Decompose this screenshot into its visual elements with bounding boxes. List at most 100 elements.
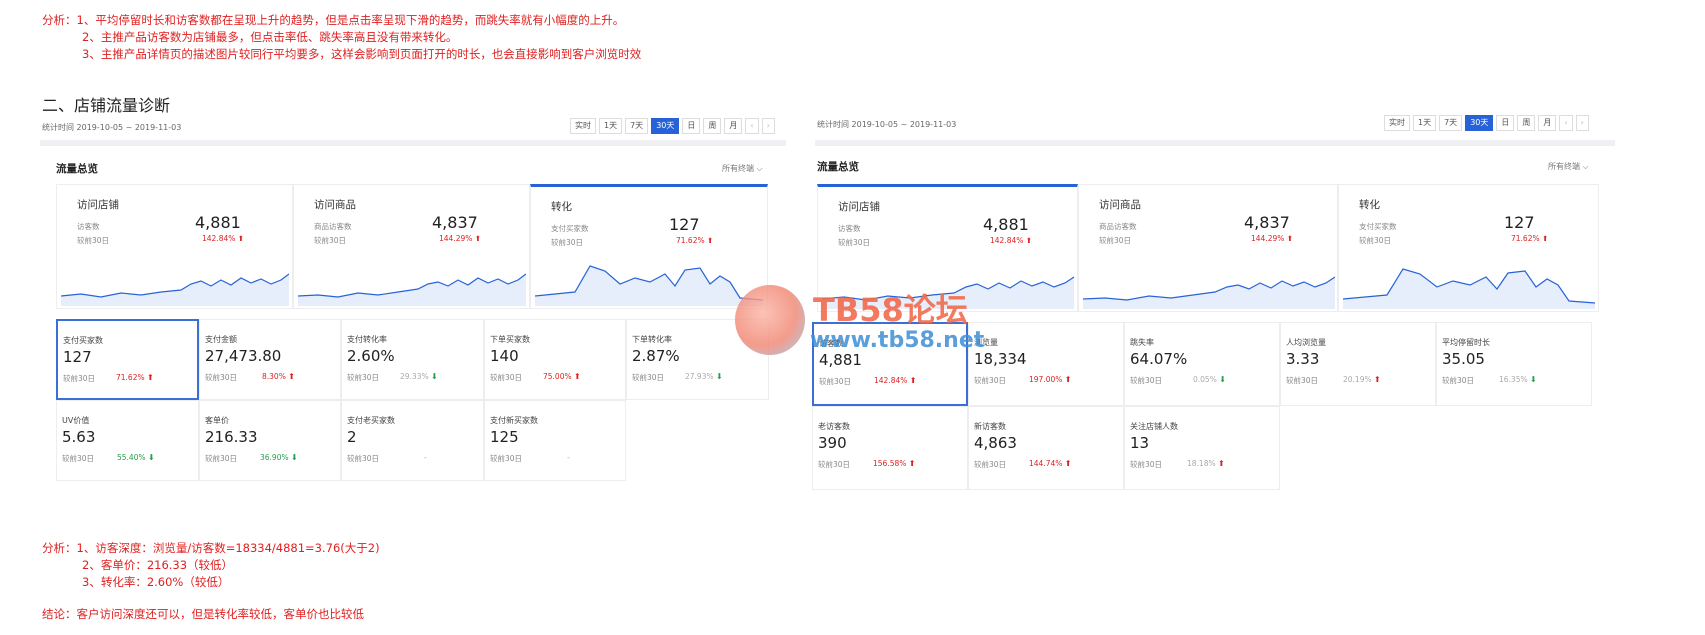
metric-old-visitors[interactable]: 老访客数 390 较前30日 156.58% ⬆ — [812, 406, 968, 490]
arrow-up-icon: ⬆ — [908, 459, 916, 468]
terminal-filter-right[interactable]: 所有终端 ⌵ — [1548, 161, 1589, 172]
next-arrow-icon[interactable]: › — [1575, 115, 1589, 131]
range-1d[interactable]: 1天 — [599, 118, 623, 134]
card-pct: 142.84% ⬆ — [202, 234, 245, 243]
range-month[interactable]: 月 — [724, 118, 743, 134]
range-week[interactable]: 周 — [1517, 115, 1536, 131]
metric-label: 支付买家数 — [63, 336, 103, 345]
card-conversion[interactable]: 转化 支付买家数 较前30日 127 71.62% ⬆ — [530, 184, 768, 309]
analysis-top: 分析：1、平均停留时长和访客数都在呈现上升的趋势，但是点击率呈现下滑的趋势，而跳… — [42, 12, 641, 63]
card-compare: 较前30日 — [1359, 236, 1392, 245]
metric-pct: 0.05% ⬇ — [1193, 375, 1226, 384]
analysis-line-3: 3、主推产品详情页的描述图片较同行平均要多，这样会影响到页面打开的时长，也会直接… — [82, 47, 642, 61]
metric-compare: 较前30日 — [819, 377, 852, 386]
range-week[interactable]: 周 — [703, 118, 722, 134]
arrow-down-icon: ⬇ — [1530, 375, 1537, 384]
card-visit-product[interactable]: 访问商品 商品访客数 较前30日 4,837 144.29% ⬆ — [1078, 184, 1338, 312]
card-title: 访问店铺 — [838, 201, 880, 213]
metric-value: 2 — [347, 428, 357, 446]
arrow-up-icon: ⬆ — [1064, 459, 1072, 468]
metric-value: 27,473.80 — [205, 347, 282, 365]
prev-arrow-icon[interactable]: ‹ — [1559, 115, 1573, 131]
metric-avg-stay-duration[interactable]: 平均停留时长 35.05 较前30日 16.35% ⬇ — [1436, 322, 1592, 406]
range-30d[interactable]: 30天 — [1465, 115, 1494, 131]
metric-paid-buyers[interactable]: 支付买家数 127 较前30日 71.62% ⬆ — [56, 319, 199, 400]
metric-value: 35.05 — [1442, 350, 1485, 368]
hand-logo-icon — [735, 285, 805, 355]
card-label: 支付买家数 — [1359, 222, 1397, 231]
metric-pct: 71.62% ⬆ — [116, 373, 154, 382]
metric-avg-pageviews[interactable]: 人均浏览量 3.33 较前30日 20.19% ⬆ — [1280, 322, 1436, 406]
metric-label: 下单转化率 — [632, 335, 672, 344]
metric-pct: - — [567, 453, 570, 462]
card-visit-product[interactable]: 访问商品 商品访客数 较前30日 4,837 144.29% ⬆ — [293, 184, 530, 309]
card-title: 访问商品 — [1099, 199, 1141, 211]
terminal-filter-left[interactable]: 所有终端 ⌵ — [722, 163, 763, 174]
range-day[interactable]: 日 — [682, 118, 701, 134]
metric-compare: 较前30日 — [347, 373, 380, 382]
arrow-up-icon: ⬆ — [909, 376, 917, 385]
metric-value: 390 — [818, 434, 847, 452]
metric-value: 13 — [1130, 434, 1150, 452]
range-month[interactable]: 月 — [1538, 115, 1557, 131]
metric-pct: 18.18% ⬆ — [1187, 459, 1225, 468]
analysis-prefix: 分析： — [42, 13, 77, 27]
trend-sparkline — [1343, 268, 1595, 309]
metric-old-buyers[interactable]: 支付老买家数 2 较前30日 - — [341, 400, 484, 481]
metric-label: 支付新买家数 — [490, 416, 538, 425]
metric-pct: 197.00% ⬆ — [1029, 375, 1072, 384]
metric-compare: 较前30日 — [1130, 376, 1163, 385]
card-value: 4,837 — [1244, 213, 1290, 232]
metric-new-visitors[interactable]: 新访客数 4,863 较前30日 144.74% ⬆ — [968, 406, 1124, 490]
metric-unit-price[interactable]: 客单价 216.33 较前30日 36.90% ⬇ — [199, 400, 341, 481]
arrow-up-icon: ⬆ — [288, 372, 295, 381]
metric-value: 140 — [490, 347, 519, 365]
card-title: 访问店铺 — [77, 199, 119, 211]
card-compare: 较前30日 — [1099, 236, 1132, 245]
trend-sparkline — [298, 273, 526, 306]
metric-pct: 16.35% ⬇ — [1499, 375, 1537, 384]
metric-label: 支付转化率 — [347, 335, 387, 344]
metric-new-buyers[interactable]: 支付新买家数 125 较前30日 - — [484, 400, 626, 481]
metric-paid-amount[interactable]: 支付金额 27,473.80 较前30日 8.30% ⬆ — [199, 319, 341, 400]
metric-pct: 8.30% ⬆ — [262, 372, 295, 381]
card-label: 访客数 — [77, 222, 100, 231]
range-30d[interactable]: 30天 — [651, 118, 680, 134]
metric-pct: 156.58% ⬆ — [873, 459, 916, 468]
conclusion: 结论：客户访问深度还可以，但是转化率较低，客单价也比较低 — [42, 607, 364, 621]
metric-compare: 较前30日 — [632, 373, 665, 382]
card-visit-store[interactable]: 访问店铺 访客数 较前30日 4,881 142.84% ⬆ — [56, 184, 293, 309]
card-title: 转化 — [1359, 199, 1380, 211]
metric-order-buyers[interactable]: 下单买家数 140 较前30日 75.00% ⬆ — [484, 319, 626, 400]
metric-compare: 较前30日 — [490, 373, 523, 382]
analysis-line-1: 1、平均停留时长和访客数都在呈现上升的趋势，但是点击率呈现下滑的趋势，而跳失率就… — [76, 13, 625, 27]
metric-label: 客单价 — [205, 416, 229, 425]
metric-bounce-rate[interactable]: 跳失率 64.07% 较前30日 0.05% ⬇ — [1124, 322, 1280, 406]
range-day[interactable]: 日 — [1496, 115, 1515, 131]
metric-value: 64.07% — [1130, 350, 1188, 368]
metric-pct: 55.40% ⬇ — [117, 453, 155, 462]
card-conversion[interactable]: 转化 支付买家数 较前30日 127 71.62% ⬆ — [1338, 184, 1599, 312]
metric-value: 2.87% — [632, 347, 680, 365]
analysis-line-2: 2、客单价：216.33（较低） — [82, 558, 234, 572]
metric-value: 5.63 — [62, 428, 96, 446]
metric-pct: - — [424, 453, 427, 462]
prev-arrow-icon[interactable]: ‹ — [745, 118, 759, 134]
metric-label: 支付老买家数 — [347, 416, 395, 425]
range-7d[interactable]: 7天 — [625, 118, 649, 134]
metric-compare: 较前30日 — [205, 373, 238, 382]
range-realtime[interactable]: 实时 — [570, 118, 596, 134]
metric-value: 127 — [63, 348, 92, 366]
card-title: 访问商品 — [314, 199, 356, 211]
metric-label: UV价值 — [62, 416, 90, 425]
metric-paid-conversion[interactable]: 支付转化率 2.60% 较前30日 29.33% ⬇ — [341, 319, 484, 400]
range-7d[interactable]: 7天 — [1439, 115, 1463, 131]
metric-uv-value[interactable]: UV价值 5.63 较前30日 55.40% ⬇ — [56, 400, 199, 481]
arrow-up-icon: ⬆ — [1374, 375, 1381, 384]
metric-label: 新访客数 — [974, 422, 1006, 431]
range-realtime[interactable]: 实时 — [1384, 115, 1410, 131]
metric-label: 关注店铺人数 — [1130, 422, 1178, 431]
range-1d[interactable]: 1天 — [1413, 115, 1437, 131]
metric-store-followers[interactable]: 关注店铺人数 13 较前30日 18.18% ⬆ — [1124, 406, 1280, 490]
next-arrow-icon[interactable]: › — [761, 118, 775, 134]
